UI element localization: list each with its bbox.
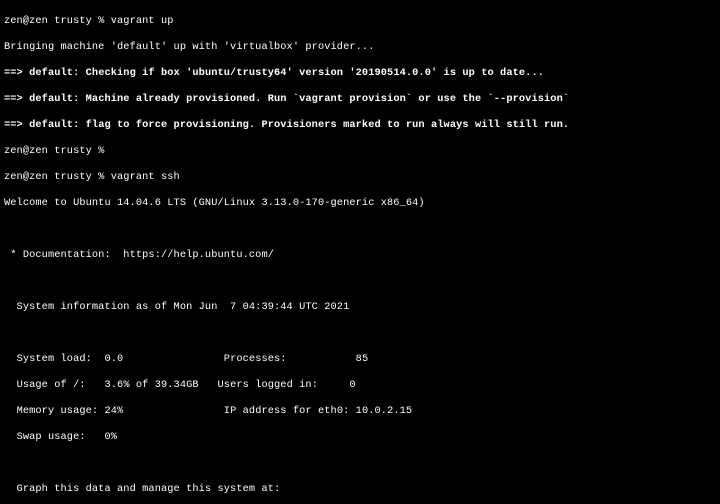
command: vagrant ssh — [111, 171, 180, 183]
stat-row: System load: 0.0 Processes: 85 — [4, 353, 716, 366]
output-line: * Documentation: https://help.ubuntu.com… — [4, 249, 716, 262]
stat-row: Swap usage: 0% — [4, 431, 716, 444]
output-line: Bringing machine 'default' up with 'virt… — [4, 41, 716, 54]
shell-prompt: zen@zen trusty % — [4, 171, 111, 183]
blank — [4, 275, 716, 288]
output-line: Graph this data and manage this system a… — [4, 483, 716, 496]
output-line: default: flag to force provisioning. Pro… — [29, 119, 569, 131]
output-line: System information as of Mon Jun 7 04:39… — [4, 301, 716, 314]
shell-prompt: zen@zen trusty % — [4, 145, 716, 158]
output-line: default: Machine already provisioned. Ru… — [29, 93, 569, 105]
output-line: default: Checking if box 'ubuntu/trusty6… — [29, 67, 544, 79]
arrow-icon: ==> — [4, 93, 29, 105]
blank — [4, 327, 716, 340]
terminal-window[interactable]: zen@zen trusty % vagrant up Bringing mac… — [0, 0, 720, 504]
shell-prompt: zen@zen trusty % — [4, 15, 111, 27]
stat-row: Usage of /: 3.6% of 39.34GB Users logged… — [4, 379, 716, 392]
command: vagrant up — [111, 15, 174, 27]
stat-row: Memory usage: 24% IP address for eth0: 1… — [4, 405, 716, 418]
output-line: Welcome to Ubuntu 14.04.6 LTS (GNU/Linux… — [4, 197, 716, 210]
blank — [4, 457, 716, 470]
arrow-icon: ==> — [4, 119, 29, 131]
blank — [4, 223, 716, 236]
arrow-icon: ==> — [4, 67, 29, 79]
